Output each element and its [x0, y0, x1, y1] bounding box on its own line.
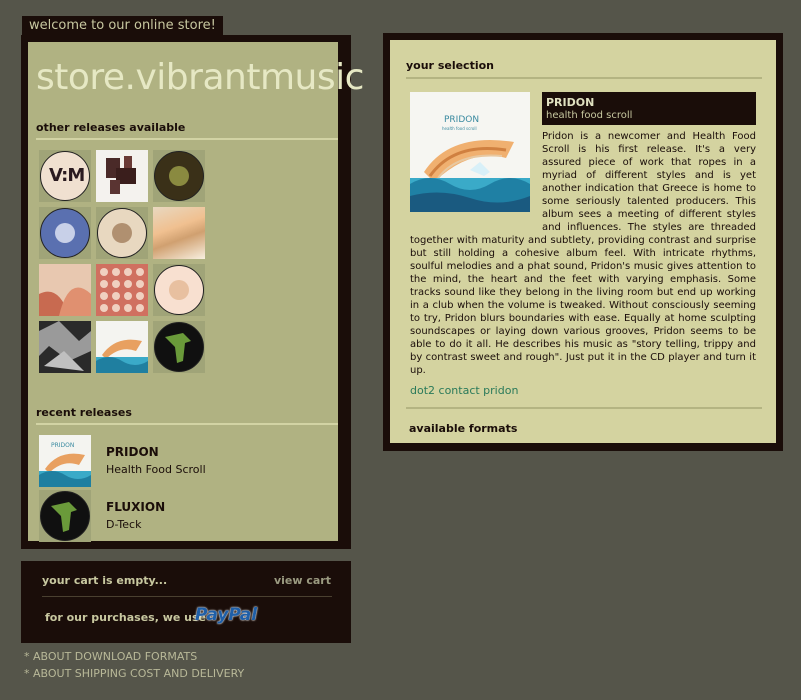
about-shipping-link[interactable]: * ABOUT SHIPPING COST AND DELIVERY [24, 667, 244, 680]
release-thumb-3[interactable] [153, 150, 205, 202]
divider [42, 596, 332, 597]
album-cover-icon [153, 207, 205, 259]
left-panel: store.vibrantmusic other releases availa… [21, 35, 364, 549]
vinyl-disc-icon [153, 321, 205, 373]
contact-link[interactable]: dot2 contact pridon [410, 384, 518, 397]
release-thumb-10[interactable] [39, 321, 91, 373]
selection-artist: PRIDON [546, 96, 595, 109]
album-cover-icon [96, 264, 148, 316]
vinyl-disc-icon [39, 207, 91, 259]
view-cart-link[interactable]: view cart [274, 574, 331, 587]
selection-description: Pridon is a newcomer and Health Food Scr… [410, 130, 756, 377]
left-panel-inner: store.vibrantmusic other releases availa… [28, 42, 364, 542]
vinyl-disc-icon [153, 264, 205, 316]
divider [406, 77, 762, 79]
cover-text: PRIDON [444, 115, 479, 125]
selection-description-text: Pridon is a newcomer and Health Food Scr… [410, 131, 756, 376]
about-download-formats-link[interactable]: * ABOUT DOWNLOAD FORMATS [24, 650, 197, 663]
album-cover-icon [39, 321, 91, 373]
cart-status: your cart is empty... [42, 574, 168, 587]
vinyl-disc-icon [39, 490, 91, 542]
album-cover-icon [96, 150, 148, 202]
album-cover-icon [39, 264, 91, 316]
selection-panel: your selection PRIDON health food scroll… [383, 33, 783, 451]
release-thumb-9[interactable] [153, 264, 205, 316]
vinyl-disc-icon [153, 150, 205, 202]
release-thumb-4[interactable] [39, 207, 91, 259]
cart-box: your cart is empty... view cart for our … [21, 561, 351, 643]
release-thumb-fluxion[interactable] [153, 321, 205, 373]
welcome-banner: welcome to our online store! [22, 16, 223, 36]
recent-cover-pridon[interactable]: PRIDON [39, 435, 91, 487]
store-title: store.vibrantmusic [36, 57, 364, 98]
available-formats-heading: available formats [409, 422, 518, 435]
vinyl-disc-icon [96, 207, 148, 259]
release-thumb-6[interactable] [153, 207, 205, 259]
selection-panel-inner: your selection PRIDON health food scroll… [390, 40, 776, 443]
selection-title: health food scroll [546, 110, 633, 121]
divider [36, 138, 338, 140]
recent-artist[interactable]: PRIDON [106, 445, 159, 459]
release-thumb-pridon[interactable] [96, 321, 148, 373]
album-cover-icon: PRIDON [39, 435, 91, 487]
your-selection-heading: your selection [406, 59, 494, 72]
paypal-logo: PayPal [195, 605, 258, 625]
album-cover-icon [96, 321, 148, 373]
divider [36, 423, 338, 425]
purchases-label: for our purchases, we use [45, 611, 206, 624]
recent-title: D-Teck [106, 518, 142, 531]
release-thumb-vm[interactable]: V:M [39, 150, 91, 202]
vinyl-disc-icon: V:M [39, 150, 91, 202]
other-releases-heading: other releases available [36, 121, 186, 134]
divider [406, 407, 762, 409]
selection-title-box: PRIDON health food scroll [542, 92, 756, 125]
release-thumb-8[interactable] [96, 264, 148, 316]
recent-releases-heading: recent releases [36, 406, 132, 419]
recent-cover-fluxion[interactable] [39, 490, 91, 542]
recent-title: Health Food Scroll [106, 463, 206, 476]
svg-text:PRIDON: PRIDON [51, 442, 74, 449]
release-thumb-5[interactable] [96, 207, 148, 259]
recent-artist[interactable]: FLUXION [106, 500, 165, 514]
release-thumb-7[interactable] [39, 264, 91, 316]
release-thumb-2[interactable] [96, 150, 148, 202]
